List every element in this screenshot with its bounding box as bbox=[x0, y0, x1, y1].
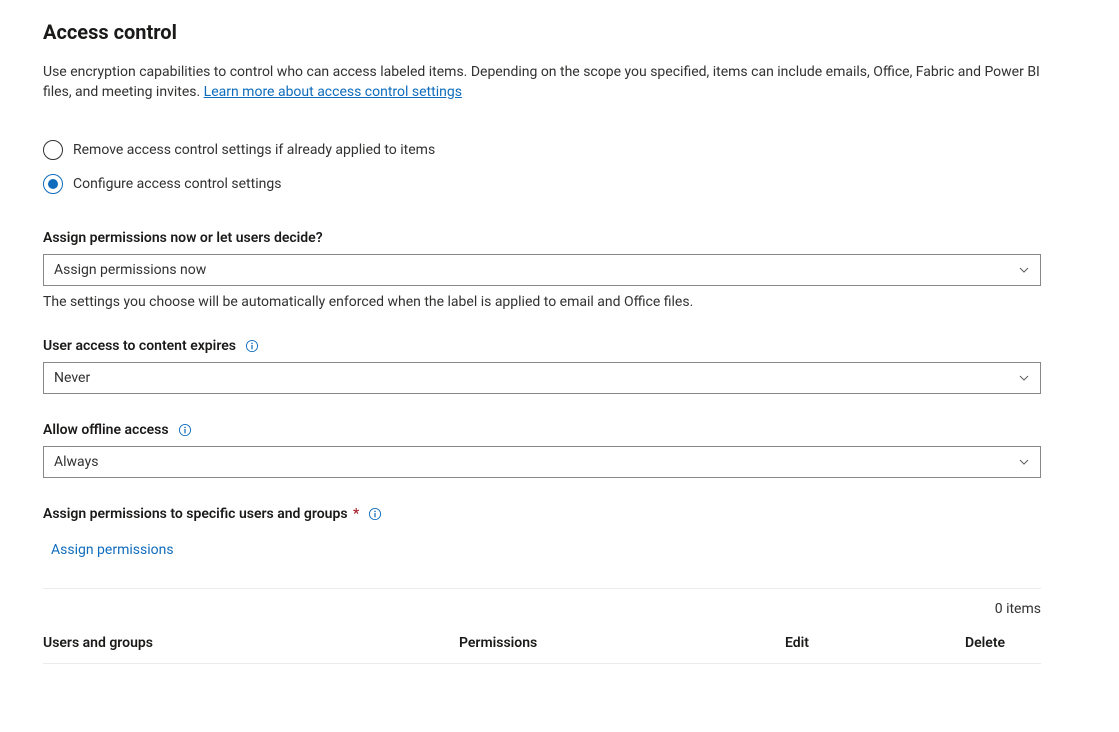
intro-text: Use encryption capabilities to control w… bbox=[43, 64, 1040, 100]
col-header-users-groups[interactable]: Users and groups bbox=[43, 635, 459, 651]
offline-value: Always bbox=[54, 454, 98, 470]
col-header-delete[interactable]: Delete bbox=[965, 635, 1041, 651]
offline-label: Allow offline access bbox=[43, 422, 169, 438]
expires-value: Never bbox=[54, 370, 90, 386]
radio-circle-icon bbox=[43, 140, 63, 160]
learn-more-link[interactable]: Learn more about access control settings bbox=[204, 84, 462, 100]
chevron-down-icon bbox=[1018, 264, 1030, 276]
radio-remove-access[interactable]: Remove access control settings if alread… bbox=[43, 140, 1076, 160]
chevron-down-icon bbox=[1018, 372, 1030, 384]
required-star-icon: * bbox=[350, 506, 360, 522]
assign-permissions-value: Assign permissions now bbox=[54, 262, 206, 278]
col-header-permissions[interactable]: Permissions bbox=[459, 635, 785, 651]
assign-specific-label: Assign permissions to specific users and… bbox=[43, 506, 359, 522]
radio-remove-label: Remove access control settings if alread… bbox=[73, 142, 435, 158]
assign-permissions-label: Assign permissions now or let users deci… bbox=[43, 230, 323, 246]
expires-label: User access to content expires bbox=[43, 338, 236, 354]
intro-paragraph: Use encryption capabilities to control w… bbox=[43, 62, 1043, 102]
assign-permissions-button[interactable]: Assign permissions bbox=[43, 534, 182, 566]
expires-select[interactable]: Never bbox=[43, 362, 1041, 394]
radio-dot-icon bbox=[48, 179, 58, 189]
field-assign-specific: Assign permissions to specific users and… bbox=[43, 506, 1076, 566]
col-header-edit[interactable]: Edit bbox=[785, 635, 965, 651]
page-title: Access control bbox=[43, 20, 1076, 44]
info-icon[interactable] bbox=[367, 506, 383, 522]
radio-circle-selected-icon bbox=[43, 174, 63, 194]
info-icon[interactable] bbox=[177, 422, 193, 438]
info-icon[interactable] bbox=[244, 338, 260, 354]
field-user-access-expires: User access to content expires Never bbox=[43, 338, 1076, 394]
radio-configure-label: Configure access control settings bbox=[73, 176, 281, 192]
field-offline-access: Allow offline access Always bbox=[43, 422, 1076, 478]
offline-select[interactable]: Always bbox=[43, 446, 1041, 478]
assign-permissions-helper: The settings you choose will be automati… bbox=[43, 294, 1076, 310]
permissions-table-header: Users and groups Permissions Edit Delete bbox=[43, 635, 1041, 664]
field-assign-permissions: Assign permissions now or let users deci… bbox=[43, 230, 1076, 310]
access-control-radio-group: Remove access control settings if alread… bbox=[43, 140, 1076, 194]
radio-configure-access[interactable]: Configure access control settings bbox=[43, 174, 1076, 194]
assign-permissions-select[interactable]: Assign permissions now bbox=[43, 254, 1041, 286]
items-count: 0 items bbox=[43, 589, 1041, 635]
chevron-down-icon bbox=[1018, 456, 1030, 468]
